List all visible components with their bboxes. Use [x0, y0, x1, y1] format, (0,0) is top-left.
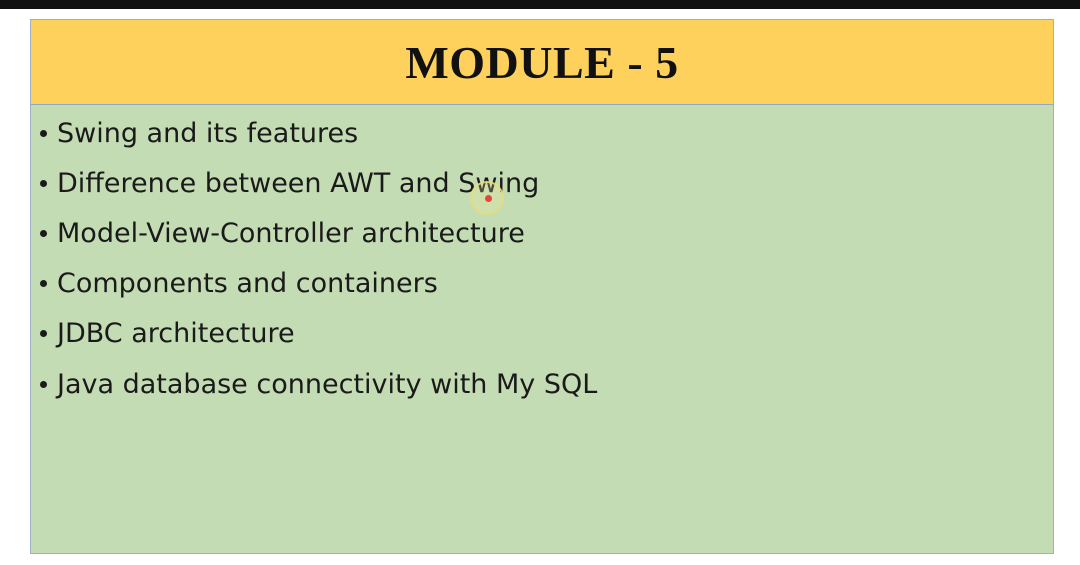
bullet-dot-icon: [40, 229, 47, 237]
bullet-dot-icon: [40, 330, 47, 338]
bullet-text: Swing and its features: [57, 117, 359, 149]
top-bar: [0, 0, 1080, 9]
bullet-item: Model-View-Controller architecture: [40, 208, 597, 258]
bullet-dot-icon: [40, 179, 47, 187]
bullet-text: Model-View-Controller architecture: [57, 217, 525, 249]
bullet-dot-icon: [40, 280, 47, 288]
pointer-dot-icon: [485, 195, 492, 202]
bullet-text: Difference between AWT and Swing: [57, 167, 540, 199]
slide: MODULE - 5 Swing and its features Differ…: [30, 19, 1054, 554]
bullet-item: Components and containers: [40, 259, 597, 309]
bullet-dot-icon: [40, 380, 47, 388]
bullet-dot-icon: [40, 129, 47, 137]
bullet-text: Components and containers: [57, 268, 438, 300]
bullet-list: Swing and its features Difference betwee…: [40, 108, 597, 409]
bullet-item: JDBC architecture: [40, 309, 597, 359]
bullet-item: Java database connectivity with My SQL: [40, 359, 597, 409]
bullet-text: Java database connectivity with My SQL: [57, 368, 598, 400]
title-band: MODULE - 5: [31, 20, 1053, 105]
slide-title: MODULE - 5: [405, 36, 679, 88]
bullet-item: Swing and its features: [40, 108, 597, 158]
bullet-text: JDBC architecture: [57, 318, 295, 350]
bullet-item: Difference between AWT and Swing: [40, 158, 597, 208]
